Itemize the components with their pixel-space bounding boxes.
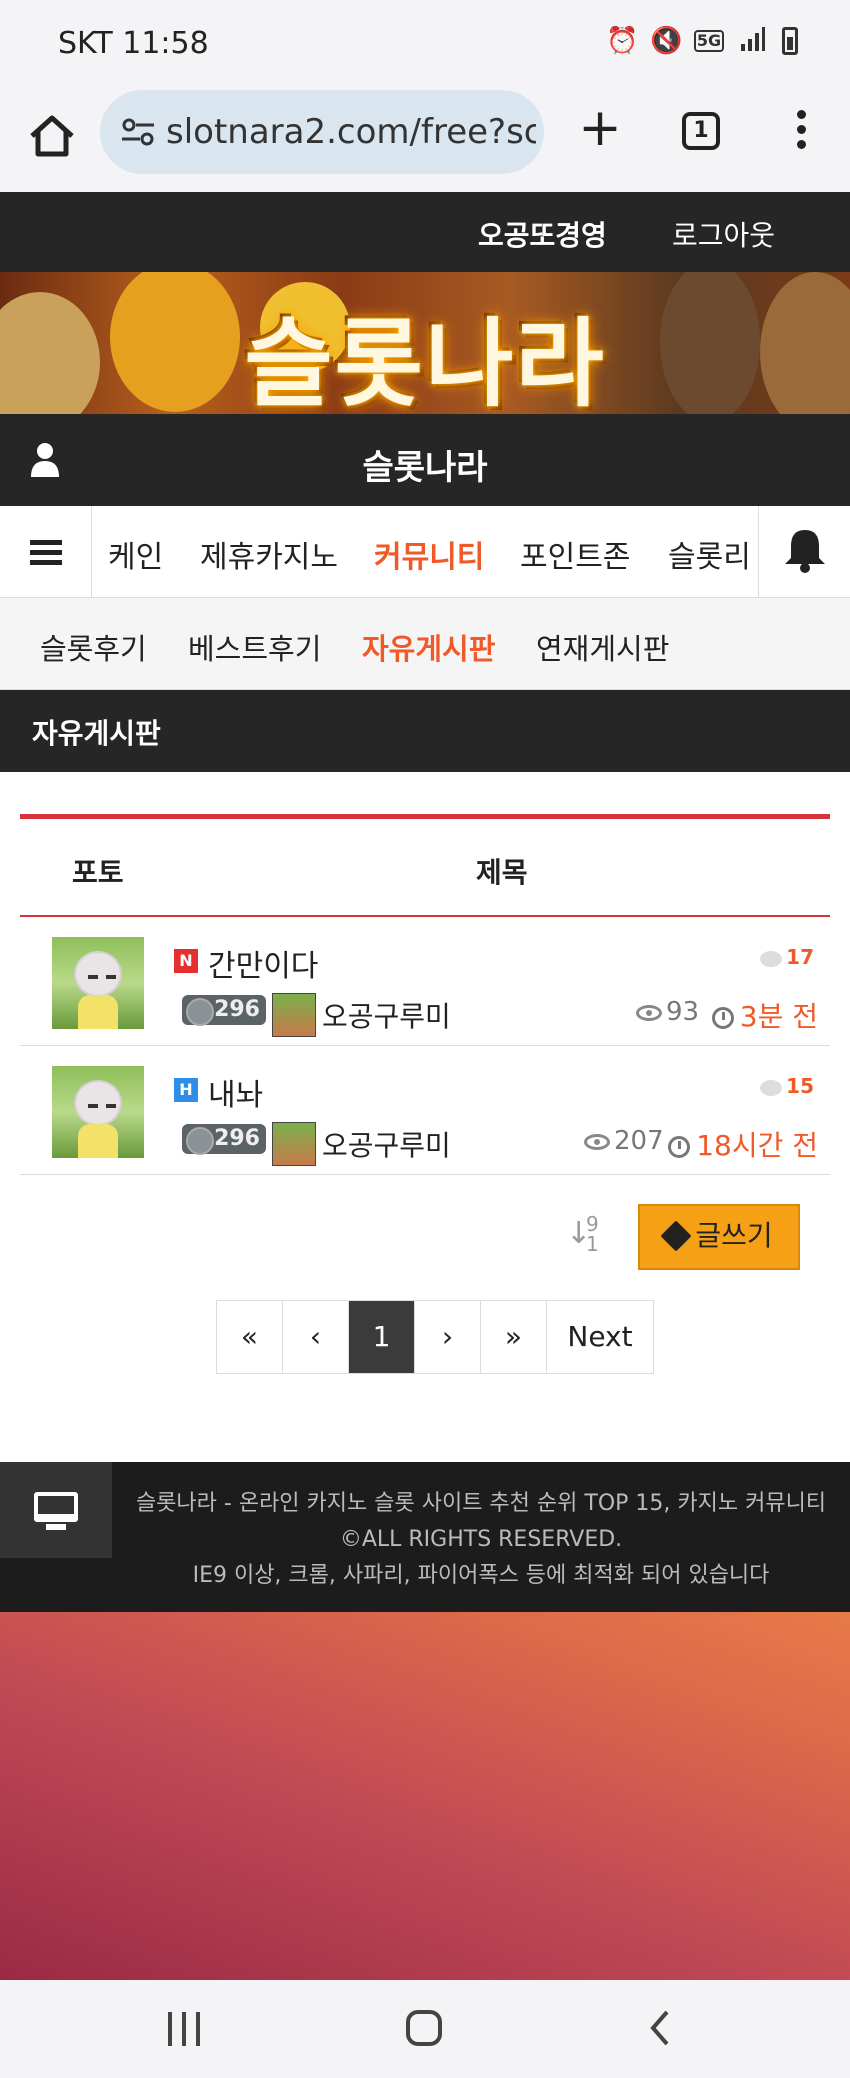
nav-item-community[interactable]: 커뮤니티: [374, 532, 484, 576]
browser-menu-button[interactable]: [786, 106, 816, 156]
browser-home-button[interactable]: [24, 108, 80, 164]
post-time: 18시간 전: [668, 1124, 818, 1164]
pagination: « ‹ 1 › » Next: [216, 1300, 654, 1374]
comment-icon: [760, 1079, 783, 1096]
view-count: 207: [584, 1126, 664, 1156]
home-icon: [30, 115, 74, 157]
signal-icon: [738, 26, 768, 56]
post-thumbnail[interactable]: [52, 937, 144, 1029]
network-5g-icon: 5G: [694, 30, 724, 52]
url-text[interactable]: slotnara2.com/free?sc: [166, 112, 536, 152]
comment-count: 15: [760, 1074, 814, 1098]
tab-switcher-button[interactable]: 1: [682, 112, 720, 150]
recents-button[interactable]: [168, 2012, 204, 2046]
nav-item-point-zone[interactable]: 포인트존: [520, 532, 630, 576]
page-prev-button[interactable]: ‹: [283, 1301, 349, 1373]
board-header: 포토 제목: [20, 819, 830, 917]
post-thumbnail[interactable]: [52, 1066, 144, 1158]
notification-button[interactable]: [758, 506, 850, 598]
eye-icon: [636, 1004, 662, 1021]
banner-title: 슬롯나라: [244, 308, 606, 414]
page-last-button[interactable]: »: [481, 1301, 547, 1373]
post-row[interactable]: H 내놔 15 296 오공구루미 207 18시간 전: [20, 1046, 830, 1175]
column-header-title: 제목: [476, 856, 528, 889]
post-title[interactable]: 내놔: [208, 1070, 263, 1114]
page-background: [0, 1612, 850, 1980]
site-title[interactable]: 슬롯나라: [0, 440, 850, 489]
post-author[interactable]: 오공구루미: [322, 1124, 451, 1164]
footer-line-1: 슬롯나라 - 온라인 카지노 슬롯 사이트 추천 순위 TOP 15, 카지노 …: [135, 1491, 827, 1516]
nav-item-partner-casino[interactable]: 제휴카지노: [200, 532, 338, 576]
new-tab-button[interactable]: +: [572, 102, 628, 158]
page-next-arrow-button[interactable]: ›: [415, 1301, 481, 1373]
logout-link[interactable]: 로그아웃: [672, 214, 775, 254]
subnav-item-serial-board[interactable]: 연재게시판: [536, 626, 669, 668]
status-time: SKT 11:58: [58, 26, 209, 61]
site-settings-icon[interactable]: [118, 112, 158, 152]
site-title-bar: 슬롯나라: [0, 414, 850, 506]
address-bar[interactable]: slotnara2.com/free?sc: [100, 90, 544, 174]
nav-item-slot[interactable]: 슬롯리: [668, 532, 751, 576]
site-banner[interactable]: 슬롯나라: [0, 272, 850, 414]
hamburger-menu-icon[interactable]: [0, 506, 92, 598]
subnav-item-slot-review[interactable]: 슬롯후기: [40, 626, 147, 668]
sort-icon[interactable]: ↓ 9 1: [566, 1212, 606, 1256]
alarm-icon: ⏰: [606, 26, 639, 56]
desktop-view-button[interactable]: [0, 1462, 112, 1558]
browser-bar: slotnara2.com/free?sc + 1: [0, 88, 850, 192]
page-title-bar: 자유게시판: [0, 690, 850, 772]
page-next-button[interactable]: Next: [547, 1301, 653, 1373]
column-header-photo: 포토: [72, 856, 124, 889]
bell-icon: [785, 530, 825, 573]
system-nav-bar: [0, 1980, 850, 2078]
subnav-item-best-review[interactable]: 베스트후기: [188, 626, 321, 668]
pencil-icon: [660, 1220, 692, 1252]
post-author[interactable]: 오공구루미: [322, 995, 451, 1035]
comment-icon: [760, 950, 783, 967]
nav-items: 케인 제휴카지노 커뮤니티 포인트존 슬롯리: [92, 506, 760, 598]
subnav-item-free-board[interactable]: 자유게시판: [362, 626, 495, 668]
footer: 슬롯나라 - 온라인 카지노 슬롯 사이트 추천 순위 TOP 15, 카지노 …: [0, 1462, 850, 1612]
post-list: 포토 제목 N 간만이다 17 296 오공구루미 93 3분 전 H 내놔 1…: [20, 814, 830, 1175]
footer-line-2: ©ALL RIGHTS RESERVED.: [339, 1527, 623, 1552]
post-row[interactable]: N 간만이다 17 296 오공구루미 93 3분 전: [20, 917, 830, 1046]
status-bar: SKT 11:58 ⏰ 🔇 5G: [0, 0, 850, 88]
board-content: 포토 제목 N 간만이다 17 296 오공구루미 93 3분 전 H 내놔 1…: [0, 772, 850, 1462]
author-avatar: [272, 1122, 316, 1166]
main-nav: 케인 제휴카지노 커뮤니티 포인트존 슬롯리: [0, 506, 850, 598]
footer-text: 슬롯나라 - 온라인 카지노 슬롯 사이트 추천 순위 TOP 15, 카지노 …: [112, 1486, 850, 1594]
clock-icon: [668, 1136, 691, 1158]
page-current[interactable]: 1: [349, 1301, 415, 1373]
hot-badge: H: [174, 1078, 198, 1102]
back-icon[interactable]: [650, 2010, 670, 2046]
top-bar: 오공또경영 로그아웃: [0, 192, 850, 272]
eye-icon: [584, 1133, 610, 1150]
system-home-button[interactable]: [406, 2010, 442, 2046]
view-count: 93: [636, 997, 699, 1027]
comment-count: 17: [760, 945, 814, 969]
level-badge: 296: [182, 995, 266, 1026]
author-avatar: [272, 993, 316, 1037]
level-badge: 296: [182, 1124, 266, 1155]
write-post-button[interactable]: 글쓰기: [638, 1204, 800, 1270]
battery-icon: [782, 27, 798, 55]
page-first-button[interactable]: «: [217, 1301, 283, 1373]
post-title[interactable]: 간만이다: [208, 941, 318, 985]
clock-icon: [711, 1007, 734, 1029]
status-icons: ⏰ 🔇 5G: [606, 26, 798, 56]
page-title: 자유게시판: [32, 717, 161, 750]
username-link[interactable]: 오공또경영: [478, 214, 607, 254]
mute-icon: 🔇: [650, 26, 683, 56]
sub-nav: 슬롯후기 베스트후기 자유게시판 연재게시판: [0, 598, 850, 690]
nav-item-game[interactable]: 케인: [108, 532, 163, 576]
post-time: 3분 전: [711, 995, 818, 1035]
footer-line-3: IE9 이상, 크롬, 사파리, 파이어폭스 등에 최적화 되어 있습니다: [192, 1563, 770, 1588]
monitor-icon: [34, 1492, 78, 1522]
new-badge: N: [174, 949, 198, 973]
